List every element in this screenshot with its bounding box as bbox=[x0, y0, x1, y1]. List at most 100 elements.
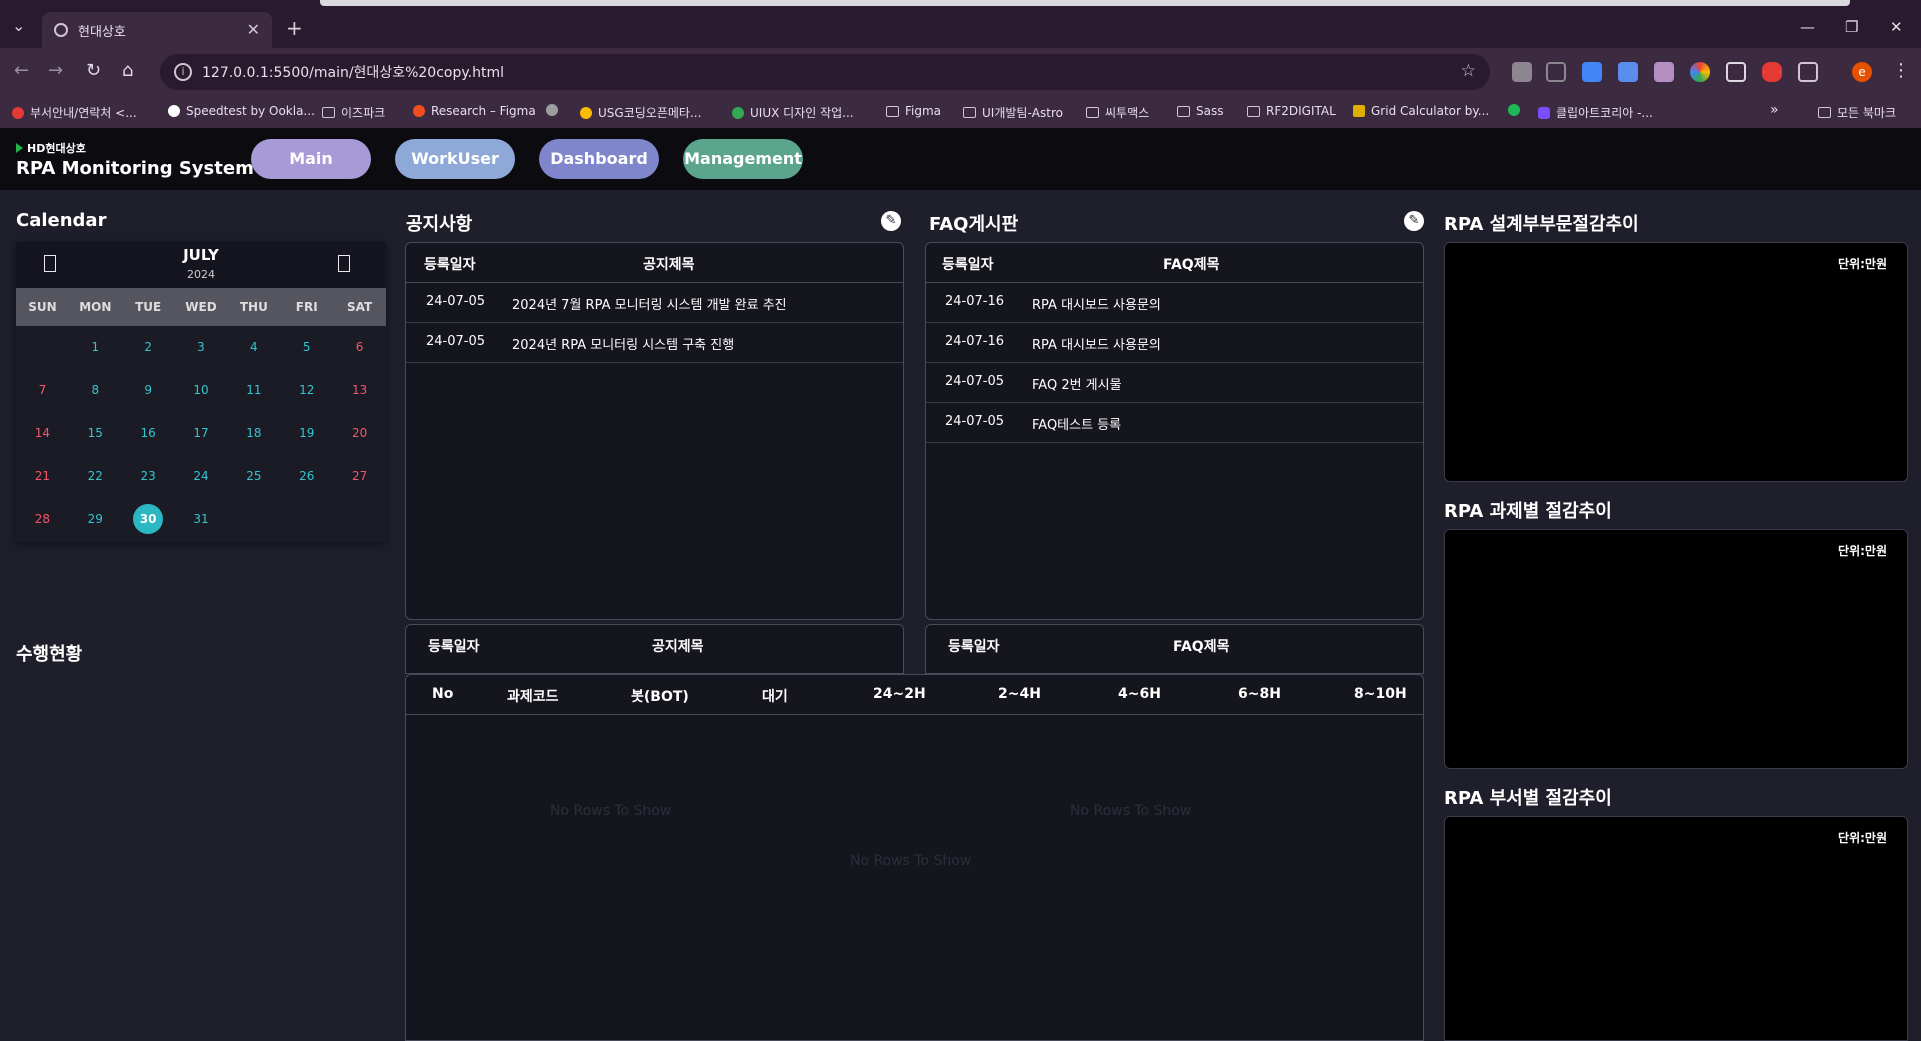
nav-management-button[interactable]: Management bbox=[683, 139, 803, 179]
calendar-day[interactable]: 19 bbox=[280, 412, 333, 455]
docs-extension-icon[interactable] bbox=[1618, 62, 1638, 82]
calendar-day[interactable]: 22 bbox=[69, 455, 122, 498]
forward-icon[interactable]: → bbox=[48, 60, 63, 81]
faq-row[interactable]: 24-07-16 RPA 대시보드 사용문의 bbox=[926, 283, 1423, 323]
bookmark-item[interactable]: Research – Figma bbox=[413, 104, 536, 118]
calendar-day[interactable]: 30 bbox=[122, 498, 175, 541]
calendar-day[interactable]: 6 bbox=[333, 326, 386, 369]
calendar-day[interactable]: 24 bbox=[175, 455, 228, 498]
weekday-label: MON bbox=[79, 300, 112, 314]
col-header[interactable]: 6~8H bbox=[1238, 686, 1281, 702]
reload-icon[interactable]: ↻ bbox=[86, 60, 101, 81]
faq-row[interactable]: 24-07-05 FAQ 2번 게시물 bbox=[926, 363, 1423, 403]
bookmark-folder[interactable]: 이즈파크 bbox=[322, 104, 385, 121]
close-tab-icon[interactable]: ✕ bbox=[247, 20, 260, 39]
bookmark-item[interactable]: USG코딩오픈메타... bbox=[580, 104, 701, 121]
col-header[interactable]: 4~6H bbox=[1118, 686, 1161, 702]
calendar-day[interactable]: 27 bbox=[333, 455, 386, 498]
calendar-day[interactable]: 17 bbox=[175, 412, 228, 455]
bookmarks-bar: 부서안내/연락처 <... Speedtest by Ookla... 이즈파크… bbox=[0, 96, 1921, 128]
tab-search-icon[interactable]: ⌄ bbox=[12, 16, 25, 35]
faq-row[interactable]: 24-07-05 FAQ테스트 등록 bbox=[926, 403, 1423, 443]
bookmark-folder[interactable]: Figma bbox=[886, 104, 941, 118]
nav-dashboard-button[interactable]: Dashboard bbox=[539, 139, 659, 179]
bookmark-item[interactable] bbox=[546, 104, 564, 116]
calendar-day[interactable]: 31 bbox=[175, 498, 228, 541]
col-header[interactable]: 대기 bbox=[762, 686, 788, 706]
calendar-day[interactable]: 1 bbox=[69, 326, 122, 369]
calendar-empty-cell bbox=[227, 498, 280, 541]
bookmark-folder[interactable]: RF2DIGITAL bbox=[1247, 104, 1336, 118]
calendar-day[interactable]: 12 bbox=[280, 369, 333, 412]
bookmark-item[interactable] bbox=[1508, 104, 1526, 116]
calendar-day[interactable]: 15 bbox=[69, 412, 122, 455]
color-picker-extension-icon[interactable] bbox=[1690, 62, 1710, 82]
calendar-day[interactable]: 16 bbox=[122, 412, 175, 455]
translate-extension-icon[interactable] bbox=[1582, 62, 1602, 82]
calendar-day[interactable]: 25 bbox=[227, 455, 280, 498]
notice-row[interactable]: 24-07-05 2024년 RPA 모니터링 시스템 구축 진행 bbox=[406, 323, 903, 363]
profile-avatar[interactable]: e bbox=[1852, 62, 1872, 82]
bookmark-item[interactable]: Speedtest by Ookla... bbox=[168, 104, 315, 118]
bookmark-item[interactable]: Grid Calculator by... bbox=[1353, 104, 1489, 118]
new-tab-icon[interactable]: + bbox=[286, 16, 303, 40]
bookmark-folder[interactable]: 씨투맥스 bbox=[1086, 104, 1149, 121]
col-header[interactable]: No bbox=[432, 686, 453, 702]
col-header[interactable]: 봇(BOT) bbox=[631, 686, 689, 706]
calendar-day[interactable]: 23 bbox=[122, 455, 175, 498]
calendar-day[interactable]: 18 bbox=[227, 412, 280, 455]
calendar-day[interactable]: 8 bbox=[69, 369, 122, 412]
calendar-day[interactable]: 26 bbox=[280, 455, 333, 498]
bookmark-folder[interactable]: UI개발팀-Astro bbox=[963, 104, 1063, 121]
bookmark-item[interactable]: 부서안내/연락처 <... bbox=[12, 104, 137, 121]
bookmark-item[interactable]: 클립아트코리아 -... bbox=[1538, 104, 1653, 121]
faq-row[interactable]: 24-07-16 RPA 대시보드 사용문의 bbox=[926, 323, 1423, 363]
calendar-day[interactable]: 14 bbox=[16, 412, 69, 455]
notice-edit-icon[interactable]: ✎ bbox=[881, 211, 901, 231]
address-bar[interactable]: i 127.0.0.1:5500/main/현대상호%20copy.html ☆ bbox=[160, 54, 1490, 90]
site-info-icon[interactable]: i bbox=[174, 63, 192, 81]
notice-board: 등록일자 공지제목 24-07-05 2024년 7월 RPA 모니터링 시스템… bbox=[405, 242, 904, 620]
calendar-day[interactable]: 7 bbox=[16, 369, 69, 412]
minimize-icon[interactable]: — bbox=[1800, 18, 1815, 36]
extensions-icon[interactable] bbox=[1798, 62, 1818, 82]
col-header[interactable]: 24~2H bbox=[873, 686, 926, 702]
youtube-extension-icon[interactable] bbox=[1762, 62, 1782, 82]
bookmark-item[interactable]: UIUX 디자인 작업... bbox=[732, 104, 854, 121]
col-header[interactable]: 과제코드 bbox=[507, 686, 559, 706]
browser-tab[interactable]: 현대상호 ✕ bbox=[42, 12, 272, 48]
col-header[interactable]: 8~10H bbox=[1354, 686, 1407, 702]
col-header[interactable]: 2~4H bbox=[998, 686, 1041, 702]
puzzle-extension-icon[interactable] bbox=[1654, 62, 1674, 82]
faq-edit-icon[interactable]: ✎ bbox=[1404, 211, 1424, 231]
close-window-icon[interactable]: ✕ bbox=[1890, 18, 1903, 36]
calendar-day[interactable]: 13 bbox=[333, 369, 386, 412]
calendar-day[interactable]: 11 bbox=[227, 369, 280, 412]
more-bookmarks-icon[interactable]: » bbox=[1770, 102, 1779, 118]
calendar-day[interactable]: 20 bbox=[333, 412, 386, 455]
home-icon[interactable]: ⌂ bbox=[122, 60, 133, 81]
notice-row[interactable]: 24-07-05 2024년 7월 RPA 모니터링 시스템 개발 완료 추진 bbox=[406, 283, 903, 323]
bookmark-star-icon[interactable]: ☆ bbox=[1461, 61, 1476, 81]
restore-icon[interactable]: ❐ bbox=[1845, 18, 1858, 36]
calendar-day[interactable]: 9 bbox=[122, 369, 175, 412]
calendar-day[interactable]: 28 bbox=[16, 498, 69, 541]
calendar-day[interactable]: 2 bbox=[122, 326, 175, 369]
all-bookmarks-folder[interactable]: 모든 북마크 bbox=[1818, 104, 1896, 121]
calendar-day[interactable]: 4 bbox=[227, 326, 280, 369]
camera-extension-icon[interactable] bbox=[1512, 62, 1532, 82]
nav-main-button[interactable]: Main bbox=[251, 139, 371, 179]
calendar-day[interactable]: 5 bbox=[280, 326, 333, 369]
calendar-day[interactable]: 3 bbox=[175, 326, 228, 369]
next-month-button[interactable] bbox=[338, 255, 350, 272]
notice-subject: 2024년 RPA 모니터링 시스템 구축 진행 bbox=[512, 338, 735, 353]
calendar-day[interactable]: 10 bbox=[175, 369, 228, 412]
menu-icon[interactable]: ⋮ bbox=[1892, 60, 1910, 81]
nav-workuser-button[interactable]: WorkUser bbox=[395, 139, 515, 179]
calendar-day[interactable]: 29 bbox=[69, 498, 122, 541]
back-icon[interactable]: ← bbox=[14, 60, 29, 81]
capture-extension-icon[interactable] bbox=[1546, 62, 1566, 82]
bookmark-folder[interactable]: Sass bbox=[1177, 104, 1223, 118]
glasses-extension-icon[interactable] bbox=[1726, 62, 1746, 82]
calendar-day[interactable]: 21 bbox=[16, 455, 69, 498]
